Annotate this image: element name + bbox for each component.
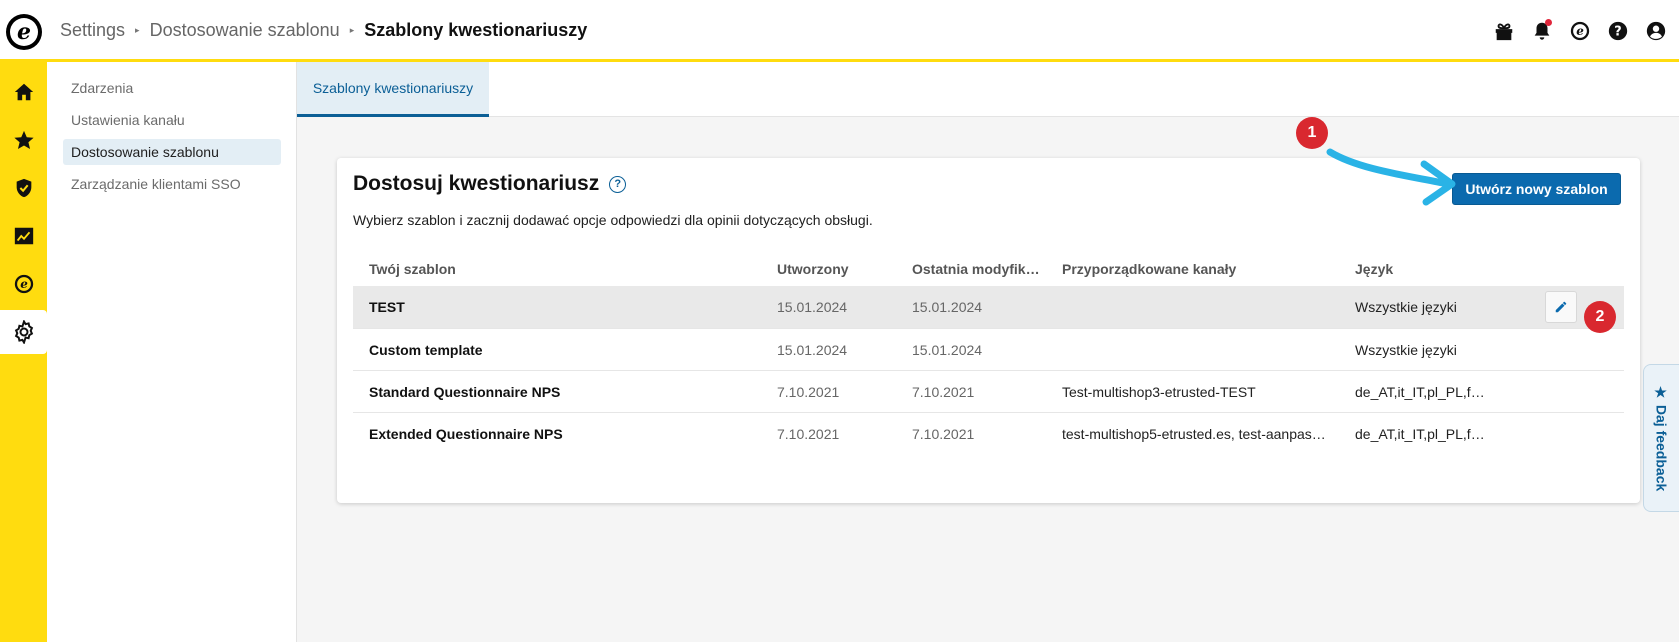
breadcrumb-settings[interactable]: Settings: [60, 20, 125, 41]
cell-template-name: Extended Questionnaire NPS: [369, 425, 563, 442]
header-template[interactable]: Twój szablon: [353, 261, 777, 277]
cell-modified: 7.10.2021: [912, 425, 975, 442]
gear-icon: [14, 320, 33, 344]
gift-icon[interactable]: [1491, 18, 1517, 44]
rail-reviews[interactable]: [0, 118, 47, 162]
rail-home[interactable]: [0, 70, 47, 114]
app-logo[interactable]: e: [6, 14, 42, 50]
chart-icon: [14, 227, 33, 245]
cell-template-name: Custom template: [369, 341, 483, 358]
star-icon: [13, 130, 34, 149]
subnav-item-events[interactable]: Zdarzenia: [63, 75, 281, 101]
table-row[interactable]: Extended Questionnaire NPS 7.10.2021 7.1…: [353, 412, 1624, 454]
pencil-icon: [1555, 301, 1567, 313]
rail-trust[interactable]: [0, 166, 47, 210]
breadcrumb-template-customization[interactable]: Dostosowanie szablonu: [150, 20, 340, 41]
cell-language: de_AT,it_IT,pl_PL,f…: [1355, 425, 1485, 442]
subnav-item-channel-settings[interactable]: Ustawienia kanału: [63, 107, 281, 133]
etrusted-rail-icon: e: [14, 274, 33, 294]
edit-template-button[interactable]: [1545, 291, 1577, 323]
cell-channels: test-multishop5-etrusted.es, test-aanpas…: [1062, 425, 1326, 442]
cell-channels: Test-multishop3-etrusted-TEST: [1062, 383, 1256, 400]
header-created[interactable]: Utworzony: [777, 261, 912, 277]
icon-rail: e: [0, 62, 47, 642]
card-title-text: Dostosuj kwestionariusz: [353, 172, 600, 195]
cell-modified: 15.01.2024: [912, 299, 983, 315]
cell-template-name: TEST: [369, 299, 405, 315]
header-modified[interactable]: Ostatnia modyfik…: [912, 261, 1062, 277]
home-icon: [14, 83, 33, 101]
etrusted-icon[interactable]: e: [1567, 18, 1593, 44]
user-account-icon[interactable]: [1643, 18, 1669, 44]
bell-icon[interactable]: [1529, 18, 1555, 44]
cell-modified: 7.10.2021: [912, 383, 975, 400]
cell-created: 15.01.2024: [777, 299, 848, 315]
svg-text:?: ?: [1614, 25, 1621, 40]
cell-created: 15.01.2024: [777, 341, 848, 358]
card-description: Wybierz szablon i zacznij dodawać opcje …: [353, 212, 873, 228]
svg-text:e: e: [20, 277, 28, 291]
settings-subnav: Zdarzenia Ustawienia kanału Dostosowanie…: [47, 62, 297, 642]
templates-table: Twój szablon Utworzony Ostatnia modyfik……: [353, 251, 1624, 454]
card-title: Dostosuj kwestionariusz ?: [353, 172, 627, 196]
table-row[interactable]: Custom template 15.01.2024 15.01.2024 Ws…: [353, 328, 1624, 370]
feedback-label: ★ Daj feedback: [1653, 384, 1670, 492]
cell-language: Wszystkie języki: [1355, 299, 1457, 315]
cell-created: 7.10.2021: [777, 425, 840, 442]
table-row[interactable]: TEST 15.01.2024 15.01.2024 Wszystkie jęz…: [353, 286, 1624, 328]
cell-created: 7.10.2021: [777, 383, 840, 400]
help-icon[interactable]: ?: [1605, 18, 1631, 44]
logo-letter: e: [10, 18, 38, 46]
cell-modified: 15.01.2024: [912, 341, 983, 358]
breadcrumb-separator-icon: ▸: [135, 25, 140, 35]
rail-etrusted[interactable]: e: [0, 262, 47, 306]
shield-check-icon: [16, 178, 31, 198]
table-header: Twój szablon Utworzony Ostatnia modyfik……: [353, 251, 1624, 286]
annotation-badge-1: 1: [1296, 117, 1328, 149]
tab-bar: Szablony kwestionariuszy: [297, 62, 1679, 117]
main-content: Szablony kwestionariuszy Dostosuj kwesti…: [297, 62, 1679, 642]
rail-settings[interactable]: [0, 310, 47, 354]
top-icons: e ?: [1491, 18, 1669, 44]
header-channels[interactable]: Przyporządkowane kanały: [1062, 261, 1355, 277]
breadcrumb: Settings ▸ Dostosowanie szablonu ▸ Szabl…: [60, 20, 587, 41]
feedback-tab[interactable]: ★ Daj feedback: [1643, 364, 1679, 512]
help-circle-icon[interactable]: ?: [609, 175, 627, 193]
svg-text:e: e: [1576, 24, 1584, 38]
cell-template-name: Standard Questionnaire NPS: [369, 383, 561, 400]
header-language[interactable]: Język: [1355, 261, 1545, 277]
subnav-item-sso-clients[interactable]: Zarządzanie klientami SSO: [63, 171, 281, 197]
top-bar: e Settings ▸ Dostosowanie szablonu ▸ Sza…: [0, 0, 1679, 62]
page-title: Szablony kwestionariuszy: [364, 20, 588, 40]
annotation-badge-2: 2: [1584, 301, 1616, 333]
table-row[interactable]: Standard Questionnaire NPS 7.10.2021 7.1…: [353, 370, 1624, 412]
rail-analytics[interactable]: [0, 214, 47, 258]
cell-language: de_AT,it_IT,pl_PL,f…: [1355, 383, 1485, 400]
subnav-item-template-customization[interactable]: Dostosowanie szablonu: [63, 139, 281, 165]
create-template-button[interactable]: Utwórz nowy szablon: [1452, 173, 1621, 205]
tab-questionnaire-templates[interactable]: Szablony kwestionariuszy: [297, 62, 489, 117]
annotation-arrow-icon: [1326, 148, 1456, 206]
cell-language: Wszystkie języki: [1355, 341, 1457, 358]
notification-dot-icon: [1545, 19, 1552, 26]
breadcrumb-separator-icon: ▸: [349, 25, 355, 35]
